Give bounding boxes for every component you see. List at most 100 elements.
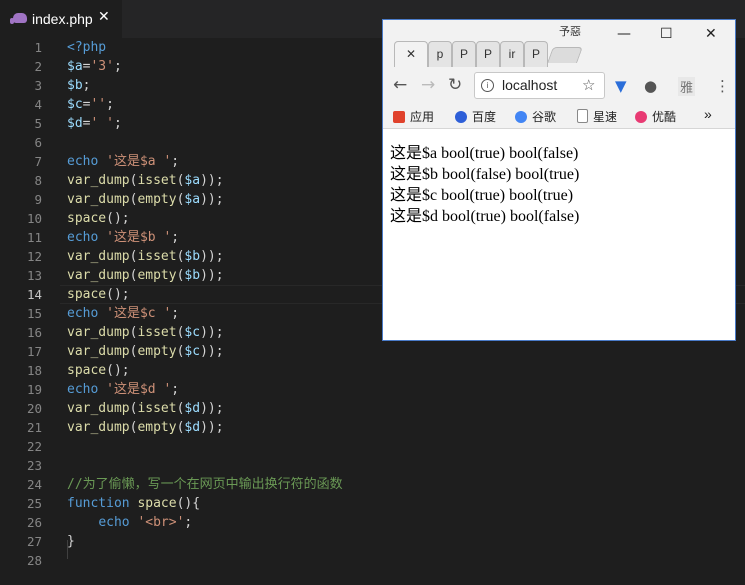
code-token: $c — [184, 344, 201, 359]
close-window-icon[interactable]: ✕ — [705, 26, 717, 42]
code-token: $d — [184, 420, 201, 435]
user-profile-badge[interactable]: 予惡 — [559, 23, 581, 39]
code-token: empty — [137, 420, 177, 435]
code-line[interactable]: 21 var_dump(empty($d)); — [0, 418, 745, 437]
code-token: } — [67, 534, 75, 549]
browser-tab-close-icon[interactable]: ✕ — [406, 47, 416, 61]
info-icon[interactable]: i — [481, 79, 494, 92]
line-number: 16 — [26, 325, 42, 340]
code-token: $b — [184, 268, 201, 283]
code-token: var_dump — [67, 268, 130, 283]
code-text: space(); — [67, 285, 130, 304]
editor-tab-filename: index.php — [32, 11, 93, 27]
code-token: var_dump — [67, 344, 130, 359]
editor-tab-index-php[interactable]: index.php ✕ — [0, 0, 122, 38]
code-text: var_dump(isset($d)); — [67, 399, 224, 418]
code-line[interactable]: 22 — [0, 437, 745, 456]
code-token: ; — [171, 230, 180, 245]
code-token: $c — [184, 325, 201, 340]
bookmark-google[interactable]: 谷歌 — [515, 108, 556, 125]
code-token: empty — [137, 268, 177, 283]
code-line[interactable]: 20 var_dump(isset($d)); — [0, 399, 745, 418]
code-text: echo '这是$d '; — [67, 380, 179, 399]
browser-tab[interactable]: ir — [500, 41, 524, 67]
code-token: $d — [184, 401, 201, 416]
code-line[interactable]: 28 — [0, 551, 745, 570]
forward-arrow-icon[interactable]: → — [421, 75, 435, 95]
code-text: function space(){ — [67, 494, 200, 513]
line-number: 4 — [34, 97, 42, 112]
code-token: '这是$d ' — [106, 382, 172, 397]
line-number: 9 — [34, 192, 42, 207]
code-line[interactable]: 24 //为了偷懒，写一个在网页中输出换行符的函数 — [0, 475, 745, 494]
code-token: isset — [137, 401, 177, 416]
code-line[interactable]: 23 — [0, 456, 745, 475]
browser-tab[interactable]: P — [452, 41, 476, 67]
code-token: var_dump — [67, 401, 130, 416]
youku-icon — [635, 111, 647, 123]
tab-close-icon[interactable]: ✕ — [98, 9, 110, 25]
code-token: $d — [67, 116, 83, 131]
code-text: var_dump(empty($a)); — [67, 190, 224, 209]
minimize-icon[interactable]: — — [617, 26, 631, 42]
code-token: var_dump — [67, 173, 130, 188]
code-token: var_dump — [67, 249, 130, 264]
code-line[interactable]: 17 var_dump(empty($c)); — [0, 342, 745, 361]
code-token: '' — [90, 97, 107, 112]
code-line[interactable]: 19 echo '这是$d '; — [0, 380, 745, 399]
bookmark-xingsu[interactable]: 星速 — [577, 108, 617, 125]
browser-tab[interactable]: P — [476, 41, 500, 67]
bookmark-star-icon[interactable]: ☆ — [582, 76, 595, 94]
code-token: empty — [137, 192, 177, 207]
code-token: )); — [200, 173, 224, 188]
code-token: )); — [200, 268, 224, 283]
code-line[interactable]: 26 echo '<br>'; — [0, 513, 745, 532]
bookmark-baidu[interactable]: 百度 — [455, 108, 496, 125]
code-token: ; — [184, 515, 193, 530]
code-token: )); — [200, 420, 224, 435]
maximize-icon[interactable]: ☐ — [660, 26, 673, 42]
line-number: 25 — [26, 496, 42, 511]
code-text: var_dump(isset($b)); — [67, 247, 224, 266]
browser-tab[interactable]: p — [428, 41, 452, 67]
reload-icon[interactable]: ↻ — [448, 75, 462, 95]
code-token: )); — [200, 192, 224, 207]
code-token: ; — [106, 97, 114, 112]
vivaldi-icon[interactable]: ▼ — [615, 77, 627, 95]
menu-icon[interactable]: ⋮ — [715, 77, 730, 95]
code-token: $b — [184, 249, 201, 264]
code-line[interactable]: 25 function space(){ — [0, 494, 745, 513]
browser-tab[interactable]: P — [524, 41, 548, 67]
code-text: var_dump(empty($b)); — [67, 266, 224, 285]
line-number: 17 — [26, 344, 42, 359]
evernote-icon[interactable]: ● — [644, 77, 657, 95]
back-arrow-icon[interactable]: ← — [393, 75, 407, 95]
code-text: echo '这是$c '; — [67, 304, 179, 323]
code-token: '3' — [90, 59, 114, 74]
line-number: 20 — [26, 401, 42, 416]
code-line[interactable]: 27} — [0, 532, 745, 551]
code-line[interactable]: 18 space(); — [0, 361, 745, 380]
code-text: echo '<br>'; — [67, 513, 192, 532]
code-token: space — [67, 287, 107, 302]
code-text: var_dump(empty($c)); — [67, 342, 224, 361]
code-token: isset — [137, 249, 177, 264]
php-elephant-icon — [10, 13, 27, 24]
browser-toolbar: ← → ↻ i localhost ☆ ▼ ● 雅 ⋮ — [383, 67, 735, 105]
line-number: 14 — [26, 287, 42, 302]
bookmark-youku[interactable]: 优酷 — [635, 108, 676, 125]
ya-icon[interactable]: 雅 — [678, 77, 696, 96]
line-number: 3 — [34, 78, 42, 93]
code-token: var_dump — [67, 325, 130, 340]
address-bar[interactable]: i localhost ☆ — [474, 72, 605, 99]
new-tab-button[interactable] — [547, 47, 583, 63]
browser-tab-active[interactable]: ✕ — [394, 41, 428, 67]
bookmarks-more-icon[interactable]: » — [704, 106, 712, 122]
bookmark-apps[interactable]: 应用 — [393, 108, 434, 125]
code-token: )); — [200, 401, 224, 416]
code-token: )); — [200, 344, 224, 359]
address-url[interactable]: localhost — [502, 77, 557, 93]
code-token: $c — [67, 97, 83, 112]
code-token: ; — [171, 154, 180, 169]
line-number: 23 — [26, 458, 42, 473]
